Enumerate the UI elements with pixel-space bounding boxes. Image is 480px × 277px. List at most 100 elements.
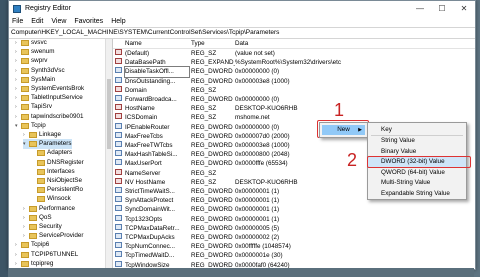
value-row[interactable]: SyncDomainWit... REG_DWORD 0x00000001 (1) xyxy=(113,205,475,214)
value-row[interactable]: (Default) REG_SZ (value not set) xyxy=(113,49,475,58)
value-data: 0x00fffffe (1048574) xyxy=(235,243,291,251)
close-button[interactable]: ✕ xyxy=(453,1,475,16)
value-data: %SystemRoot%\System32\drivers\etc xyxy=(235,59,342,67)
column-type-header[interactable]: Type xyxy=(191,39,205,48)
address-bar[interactable]: Computer\HKEY_LOCAL_MACHINE\SYSTEM\Curre… xyxy=(9,27,475,39)
binary-value-icon xyxy=(115,141,122,147)
value-type: REG_EXPAND_SZ xyxy=(191,59,235,67)
value-name: DnsOutstanding... xyxy=(125,77,176,85)
context-new-item[interactable]: New ▶ xyxy=(322,125,365,135)
value-type: REG_SZ xyxy=(191,169,217,177)
value-row[interactable]: TCPMaxDataRetr... REG_DWORD 0x00000005 (5) xyxy=(113,223,475,233)
value-name: TCPMaxDupAcks xyxy=(125,234,175,241)
menu-favorites[interactable]: Favorites xyxy=(74,18,103,25)
binary-value-icon xyxy=(115,214,122,221)
value-data: 0x0000fffe (65534) xyxy=(235,160,288,168)
context-new-label: New xyxy=(337,126,350,133)
value-row[interactable]: TcpTimedWaitD... REG_DWORD 0x0000001e (30) xyxy=(113,251,475,260)
value-type: REG_DWORD xyxy=(191,206,233,214)
folder-icon xyxy=(21,95,29,102)
value-name: IPEnableRouter xyxy=(125,123,170,131)
value-name: SynAttackProtect xyxy=(125,197,174,205)
value-name: DisableTaskOffl... xyxy=(124,66,190,78)
binary-value-icon xyxy=(115,159,122,166)
binary-value-icon xyxy=(115,122,122,129)
value-type: REG_DWORD xyxy=(191,243,233,251)
value-row[interactable]: Tcp1323Opts REG_DWORD 0x00000001 (1) xyxy=(113,214,475,224)
folder-icon xyxy=(21,251,29,258)
string-value-icon xyxy=(115,113,122,120)
value-data: 0x00000000 (0) xyxy=(235,68,280,76)
submenu-item[interactable]: String Value xyxy=(368,136,466,146)
binary-value-icon xyxy=(115,76,122,83)
column-data-header[interactable]: Data xyxy=(235,39,248,48)
value-row[interactable]: ForwardBroadca... REG_DWORD 0x00000000 (0) xyxy=(113,95,475,104)
value-name: HostName xyxy=(125,105,155,113)
menu-help[interactable]: Help xyxy=(111,18,125,25)
maximize-button[interactable]: ☐ xyxy=(431,1,453,16)
submenu-item[interactable]: Expandable String Value xyxy=(368,189,466,199)
folder-icon xyxy=(21,113,29,120)
value-name: MaxUserPort xyxy=(125,160,162,168)
submenu-item[interactable]: QWORD (64-bit) Value xyxy=(368,168,466,178)
submenu-item[interactable]: Binary Value xyxy=(368,147,466,157)
folder-icon xyxy=(29,233,37,240)
folder-icon xyxy=(21,40,29,46)
value-data: 0x00000000 (0) xyxy=(235,96,280,103)
tree-scrollbar[interactable] xyxy=(105,39,112,269)
column-name-header[interactable]: Name xyxy=(125,39,142,48)
menu-file[interactable]: File xyxy=(12,18,23,25)
value-data: 0x00000002 (2) xyxy=(235,234,280,241)
value-row[interactable]: TCPMaxDupAcks REG_DWORD 0x00000002 (2) xyxy=(113,233,475,242)
binary-value-icon xyxy=(115,242,122,249)
value-name: StrictTimeWaitS... xyxy=(125,188,175,195)
value-name: MaxHashTableSi... xyxy=(125,151,178,159)
submenu-item[interactable]: Key xyxy=(368,125,466,135)
value-data: 0x000003e8 (1000) xyxy=(235,77,290,85)
binary-value-icon xyxy=(115,150,122,157)
folder-icon xyxy=(29,214,37,221)
title-bar: Registry Editor — ☐ ✕ xyxy=(9,1,475,16)
value-row[interactable]: DnsOutstanding... REG_DWORD 0x000003e8 (10… xyxy=(113,76,475,86)
tree-scroll-thumb[interactable] xyxy=(107,79,111,149)
folder-icon xyxy=(37,159,45,166)
value-type: REG_DWORD xyxy=(191,151,233,159)
taskbar xyxy=(8,268,474,277)
value-row[interactable]: DataBasePath REG_EXPAND_SZ%SystemRoot%\Sy… xyxy=(113,58,475,67)
string-value-icon xyxy=(115,177,122,184)
folder-icon xyxy=(37,178,45,184)
value-data: 0x000003e8 (1000) xyxy=(235,142,290,149)
value-row[interactable]: TcpNumConnec... REG_DWORD 0x00fffffe (1048… xyxy=(113,242,475,251)
value-type: REG_DWORD xyxy=(191,197,233,205)
folder-icon xyxy=(29,224,37,230)
value-name: NameServer xyxy=(125,169,161,177)
value-name: NV HostName xyxy=(125,178,166,186)
value-name: Tcp1323Opts xyxy=(125,215,163,223)
folder-icon xyxy=(21,260,29,267)
folder-icon xyxy=(21,58,29,65)
value-row[interactable]: DisableTaskOffl... REG_DWORD 0x00000000 (0… xyxy=(113,66,475,78)
value-type: REG_DWORD xyxy=(191,188,233,195)
value-type: REG_DWORD xyxy=(191,123,233,131)
folder-icon xyxy=(29,132,37,138)
value-name: MaxFreeTcbs xyxy=(125,132,163,140)
value-row[interactable]: HostName REG_SZ DESKTOP-KUO6RHB xyxy=(113,104,475,113)
value-data: 0x00000001 (1) xyxy=(235,197,280,205)
value-name: DataBasePath xyxy=(125,59,166,67)
values-header: Name Type Data xyxy=(113,39,475,49)
window-controls: — ☐ ✕ xyxy=(409,1,475,16)
menu-view[interactable]: View xyxy=(51,18,66,25)
folder-icon xyxy=(21,104,29,111)
binary-value-icon xyxy=(115,196,122,203)
minimize-button[interactable]: — xyxy=(409,1,431,16)
value-name: (Default) xyxy=(125,50,150,57)
window-title: Registry Editor xyxy=(25,5,71,12)
value-type: REG_SZ xyxy=(191,105,217,113)
folder-icon xyxy=(29,141,37,148)
value-row[interactable]: Domain REG_SZ xyxy=(113,85,475,95)
step-number-1: 1 xyxy=(334,100,345,120)
value-name: TcpTimedWaitD... xyxy=(125,252,175,260)
value-data: DESKTOP-KUO6RHB xyxy=(235,178,298,186)
submenu-item[interactable]: Multi-String Value xyxy=(368,178,466,188)
menu-edit[interactable]: Edit xyxy=(31,18,43,25)
